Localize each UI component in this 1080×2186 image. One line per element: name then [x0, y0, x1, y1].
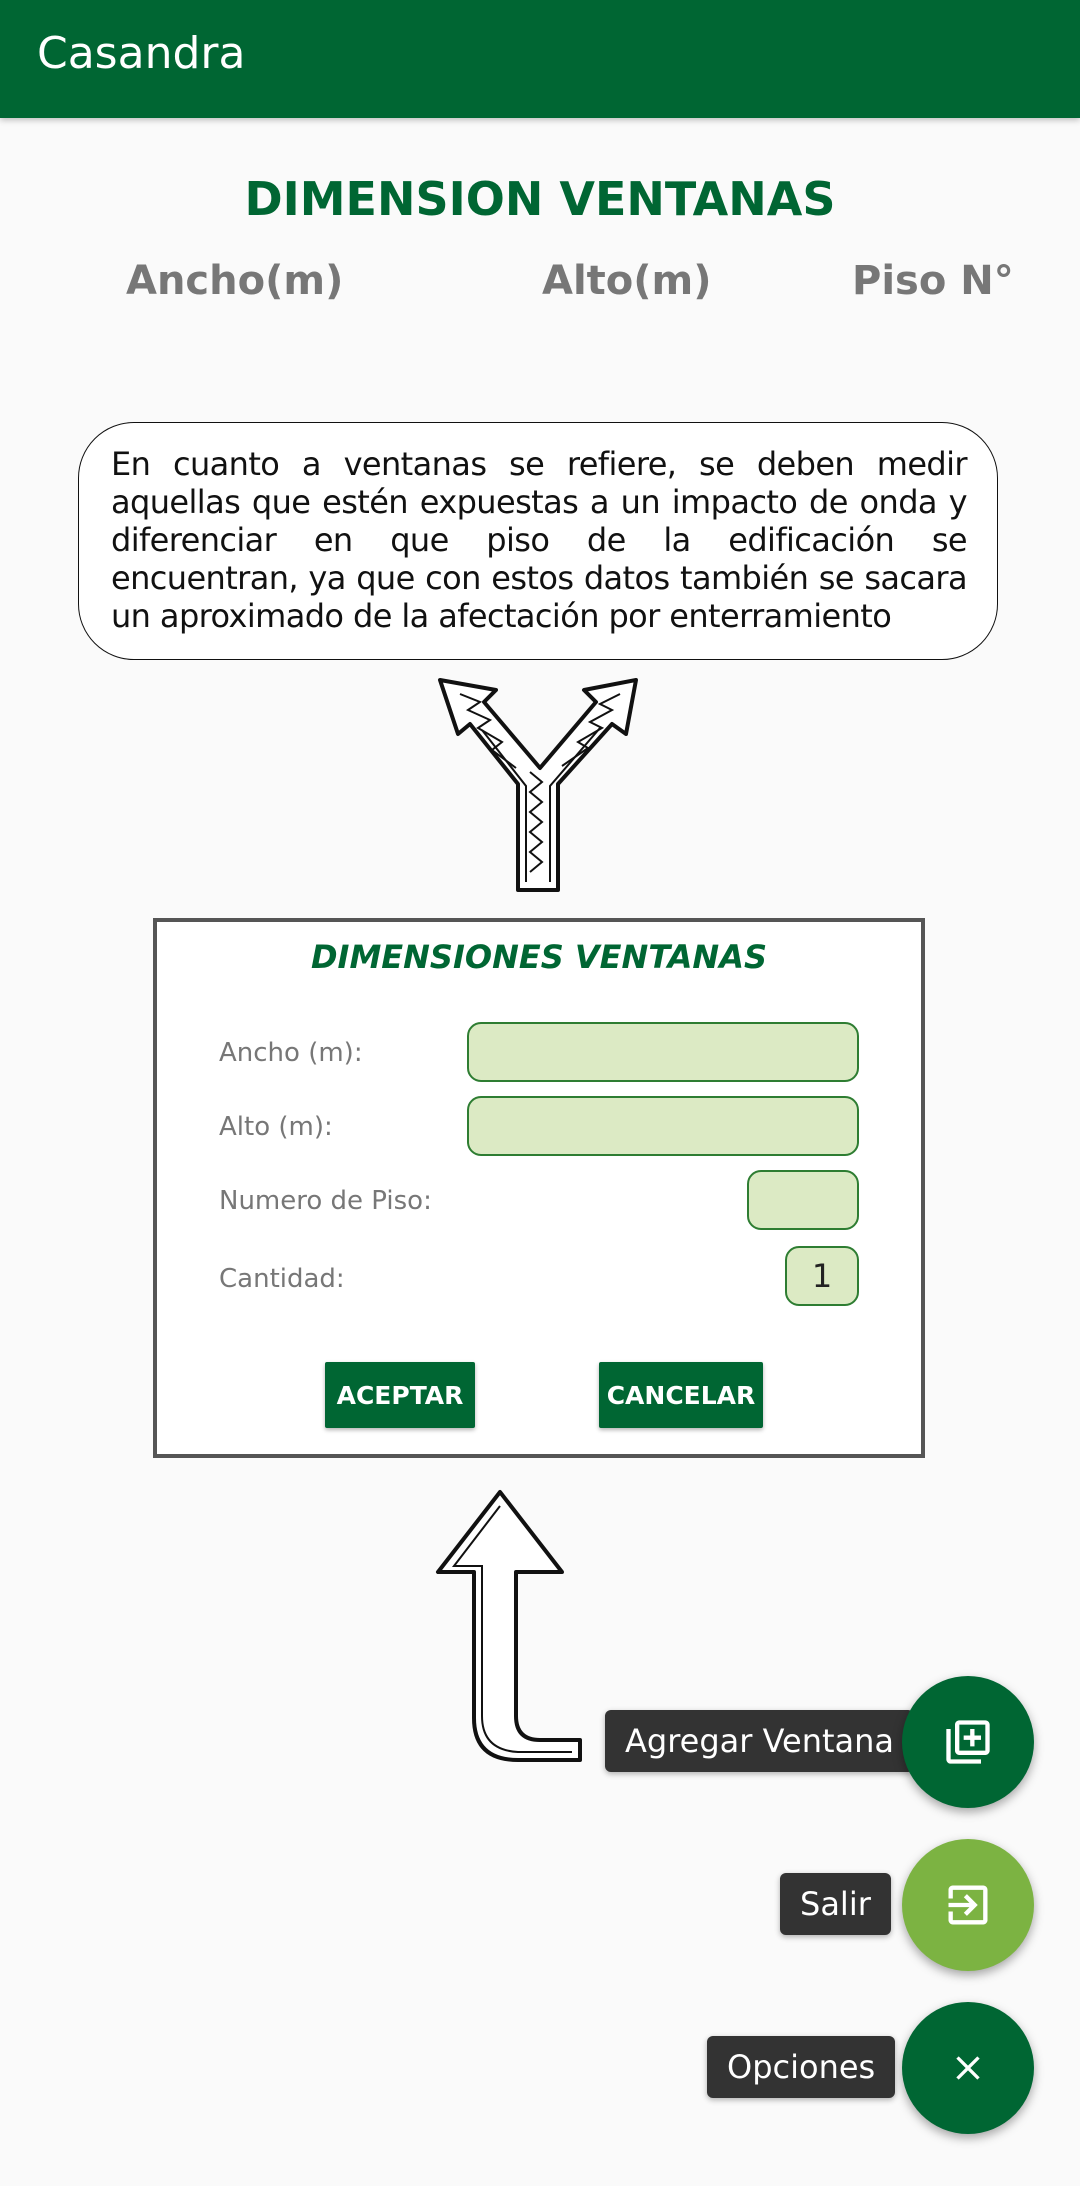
- app-bar: Casandra: [0, 0, 1080, 118]
- dialog-title: DIMENSIONES VENTANAS: [310, 938, 768, 976]
- piso-label: Numero de Piso:: [219, 1186, 432, 1216]
- page-title: DIMENSION VENTANAS: [244, 172, 836, 226]
- column-header-piso: Piso N°: [852, 258, 1014, 304]
- column-header-alto: Alto(m): [542, 258, 712, 304]
- cancel-button[interactable]: CANCELAR: [599, 1362, 763, 1428]
- options-label[interactable]: Opciones: [707, 2036, 896, 2098]
- add-box-icon: [946, 1720, 990, 1764]
- add-window-label[interactable]: Agregar Ventana: [605, 1710, 915, 1772]
- exit-icon: [948, 1885, 988, 1925]
- close-icon: [956, 2056, 980, 2080]
- exit-label[interactable]: Salir: [780, 1873, 891, 1935]
- accept-button[interactable]: ACEPTAR: [325, 1362, 475, 1428]
- info-text: En cuanto a ventanas se refiere, se debe…: [111, 445, 968, 635]
- alto-input[interactable]: [467, 1096, 859, 1156]
- exit-fab[interactable]: [902, 1839, 1034, 1971]
- dimensions-dialog: DIMENSIONES VENTANAS Ancho (m): Alto (m)…: [153, 918, 925, 1458]
- cantidad-label: Cantidad:: [219, 1264, 345, 1294]
- info-bubble: En cuanto a ventanas se refiere, se debe…: [78, 422, 998, 660]
- up-arrow-icon: [436, 1490, 582, 1762]
- ancho-label: Ancho (m):: [219, 1038, 363, 1068]
- options-fab[interactable]: [902, 2002, 1034, 2134]
- cantidad-input[interactable]: [785, 1246, 859, 1306]
- alto-label: Alto (m):: [219, 1112, 333, 1142]
- column-header-ancho: Ancho(m): [126, 258, 344, 304]
- split-arrow-icon: [438, 678, 638, 892]
- piso-input[interactable]: [747, 1170, 859, 1230]
- app-title: Casandra: [37, 28, 246, 79]
- add-window-fab[interactable]: [902, 1676, 1034, 1808]
- ancho-input[interactable]: [467, 1022, 859, 1082]
